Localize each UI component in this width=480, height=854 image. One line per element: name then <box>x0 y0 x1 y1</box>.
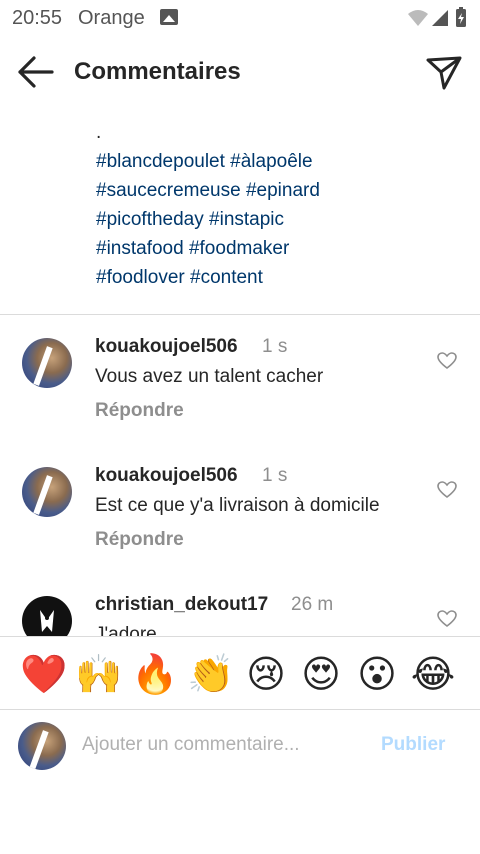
emoji-fire[interactable]: 🔥 <box>131 651 178 697</box>
status-carrier: Orange <box>78 7 145 29</box>
emoji-laughing[interactable]: 😂 <box>410 651 456 697</box>
emoji-raising-hands[interactable]: 🙌 <box>75 651 122 697</box>
paper-plane-icon <box>426 56 462 90</box>
signal-icon <box>432 10 448 26</box>
avatar[interactable] <box>22 596 72 636</box>
comment-time: 1 s <box>262 465 288 486</box>
back-button[interactable] <box>16 54 56 90</box>
tuxedo-logo-icon <box>40 610 54 632</box>
page-title: Commentaires <box>74 58 241 85</box>
comment-time: 1 s <box>262 336 288 357</box>
arrow-left-icon <box>18 56 54 88</box>
comment-text: Vous avez un talent cacher <box>95 366 324 387</box>
reply-button[interactable]: Répondre <box>95 400 184 422</box>
avatar[interactable] <box>22 338 72 388</box>
comment-input[interactable]: Ajouter un commentaire... <box>82 734 300 756</box>
emoji-surprised[interactable]: 😮 <box>354 651 400 697</box>
emoji-heart[interactable]: ❤️ <box>20 651 67 697</box>
comment-text: Est ce que y'a livraison à domicile <box>95 495 380 516</box>
comment-item: christian_dekout17 26 m J'adore <box>0 574 480 636</box>
post-caption: . #blancdepoulet #àlapoêle #saucecremeus… <box>96 118 320 292</box>
status-time: 20:55 <box>12 7 63 29</box>
hashtag-line[interactable]: #blancdepoulet #àlapoêle <box>96 147 320 176</box>
hashtag-line[interactable]: #saucecremeuse #epinard <box>96 176 320 205</box>
image-notification-icon <box>160 9 178 25</box>
like-button[interactable] <box>437 481 457 499</box>
comments-list: kouakoujoel506 1 s Vous avez un talent c… <box>0 316 480 636</box>
emoji-clapping[interactable]: 👏 <box>187 651 234 697</box>
share-button[interactable] <box>424 54 464 92</box>
like-button[interactable] <box>437 352 457 370</box>
emoji-reaction-bar: ❤️ 🙌 🔥 👏 😢 😍 😮 😂 <box>0 637 480 709</box>
heart-icon <box>437 481 457 499</box>
status-bar: 20:55 Orange <box>0 0 480 36</box>
current-user-avatar <box>18 722 66 770</box>
emoji-heart-eyes[interactable]: 😍 <box>298 651 344 697</box>
heart-icon <box>437 352 457 370</box>
status-icons <box>406 6 470 35</box>
comment-composer: Ajouter un commentaire... Publier <box>0 710 480 782</box>
hashtag-line[interactable]: #picoftheday #instapic <box>96 205 320 234</box>
battery-icon <box>456 7 466 27</box>
header: Commentaires <box>0 36 480 108</box>
comment-username[interactable]: christian_dekout17 <box>95 594 268 616</box>
hashtag-line[interactable]: #foodlover #content <box>96 263 320 292</box>
like-button[interactable] <box>437 610 457 628</box>
reply-button[interactable]: Répondre <box>95 529 184 551</box>
comment-username[interactable]: kouakoujoel506 <box>95 336 238 358</box>
wifi-icon <box>408 10 428 26</box>
caption-dot: . <box>96 122 102 143</box>
comment-time: 26 m <box>291 594 334 615</box>
publish-button[interactable]: Publier <box>381 734 445 756</box>
divider <box>0 314 480 315</box>
comment-username[interactable]: kouakoujoel506 <box>95 465 238 487</box>
emoji-crying[interactable]: 😢 <box>243 651 289 697</box>
hashtag-line[interactable]: #instafood #foodmaker <box>96 234 320 263</box>
heart-icon <box>437 610 457 628</box>
avatar[interactable] <box>22 467 72 517</box>
comment-item: kouakoujoel506 1 s Est ce que y'a livrai… <box>0 445 480 565</box>
comment-item: kouakoujoel506 1 s Vous avez un talent c… <box>0 316 480 436</box>
comment-text: J'adore <box>95 624 157 636</box>
